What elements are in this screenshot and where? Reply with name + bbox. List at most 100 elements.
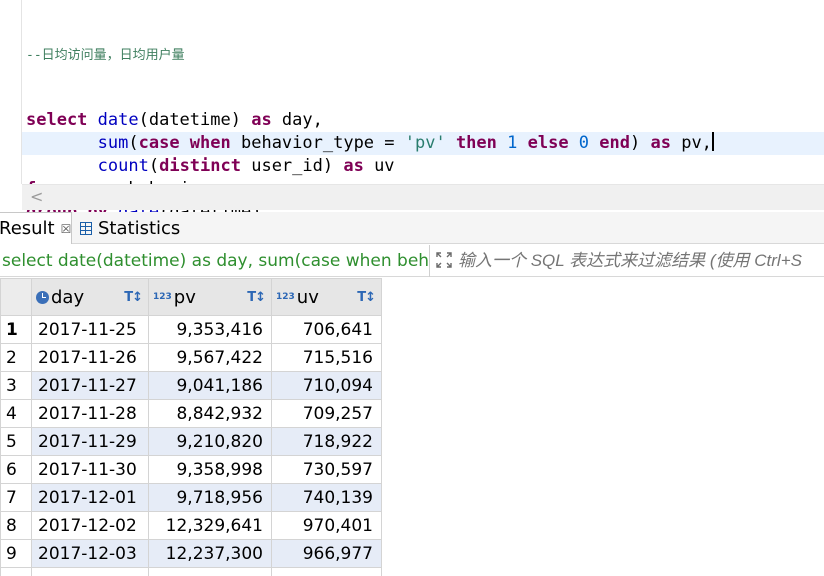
sql-code-area[interactable]: --日均访问量，日均用户量 select date(datetime) as d… [22, 6, 824, 247]
cell-day[interactable]: 2017-11-26 [31, 343, 149, 372]
sql-token-num: 0 [578, 133, 600, 153]
sql-token-txt: ( [148, 156, 160, 176]
column-label-pv: pv [173, 286, 196, 308]
sql-token-fn: sum [97, 133, 129, 153]
table-row[interactable]: 7 2017-12-01 9,718,956 740,139 [0, 483, 382, 512]
cell-pv[interactable]: 9,358,998 [148, 455, 272, 484]
sql-token-txt: day, [281, 110, 323, 130]
empty-cell [0, 567, 32, 576]
result-tabs: Result ☒ Statistics [0, 212, 824, 244]
expand-icon[interactable] [435, 251, 453, 269]
sql-code-line[interactable]: select date(datetime) as day, [26, 109, 824, 132]
cell-day[interactable]: 2017-11-30 [31, 455, 149, 484]
cell-pv[interactable]: 9,210,820 [148, 427, 272, 456]
row-number[interactable]: 8 [0, 511, 32, 540]
sql-token-txt: (datetime) [138, 110, 252, 130]
cell-pv[interactable]: 12,237,300 [148, 539, 272, 568]
close-icon[interactable]: ☒ [61, 222, 72, 236]
table-header-row: day T↕ 123 pv T↕ 123 uv T↕ [0, 278, 382, 316]
cell-uv[interactable]: 709,257 [271, 399, 382, 428]
cell-pv[interactable]: 9,041,186 [148, 371, 272, 400]
result-table: day T↕ 123 pv T↕ 123 uv T↕ 1 2017-11-25 … [0, 278, 382, 576]
table-row[interactable]: 3 2017-11-27 9,041,186 710,094 [0, 371, 382, 400]
tab-statistics-label: Statistics [98, 217, 181, 239]
sql-comment-line: --日均访问量，日均用户量 [26, 48, 185, 63]
row-number[interactable]: 5 [0, 427, 32, 456]
row-number-header [0, 278, 32, 316]
sql-token-num: 1 [507, 133, 528, 153]
editor-horizontal-scrollbar[interactable]: < [22, 184, 824, 210]
row-number[interactable]: 1 [0, 315, 32, 344]
row-number[interactable]: 3 [0, 371, 32, 400]
tab-result-label: Result [0, 218, 55, 239]
sql-token-kw: select [26, 110, 98, 130]
row-number[interactable]: 6 [0, 455, 32, 484]
cell-pv[interactable]: 9,353,416 [148, 315, 272, 344]
table-row[interactable]: 5 2017-11-29 9,210,820 718,922 [0, 427, 382, 456]
cell-uv[interactable]: 715,516 [271, 343, 382, 372]
sql-token-kw: distinct [159, 156, 252, 176]
cell-uv[interactable]: 740,139 [271, 483, 382, 512]
cell-pv[interactable]: 9,718,956 [148, 483, 272, 512]
table-row[interactable]: 4 2017-11-28 8,842,932 709,257 [0, 399, 382, 428]
editor-gutter [0, 0, 22, 184]
column-label-day: day [51, 286, 85, 308]
empty-row [0, 567, 382, 576]
cell-day[interactable]: 2017-12-02 [31, 511, 149, 540]
sql-token-kw: as [650, 133, 682, 153]
sql-code-line[interactable]: sum(case when behavior_type = 'pv' then … [22, 132, 824, 155]
cell-uv[interactable]: 966,977 [271, 539, 382, 568]
sql-token-kw: as [251, 110, 282, 130]
sql-token-kw: else [527, 133, 579, 153]
sql-token-kw: case when [138, 133, 241, 153]
column-header-day[interactable]: day T↕ [31, 278, 149, 316]
cell-day[interactable]: 2017-11-27 [31, 371, 149, 400]
sql-token-txt: behavior_type = [240, 133, 405, 153]
filter-sort-icon[interactable]: T↕ [357, 290, 376, 305]
cell-day[interactable]: 2017-11-25 [31, 315, 149, 344]
row-number[interactable]: 2 [0, 343, 32, 372]
sql-token-kw: as [343, 156, 375, 176]
sql-editor[interactable]: --日均访问量，日均用户量 select date(datetime) as d… [0, 0, 824, 245]
table-grid-icon [80, 221, 92, 235]
cell-uv[interactable]: 710,094 [271, 371, 382, 400]
cell-pv[interactable]: 12,329,641 [148, 511, 272, 540]
sql-token-txt: pv, [681, 133, 712, 153]
cell-uv[interactable]: 970,401 [271, 511, 382, 540]
cell-pv[interactable]: 9,567,422 [148, 343, 272, 372]
numeric-type-icon: 123 [276, 292, 295, 302]
column-header-pv[interactable]: 123 pv T↕ [148, 278, 272, 316]
filter-expression-input[interactable] [458, 245, 824, 277]
cell-uv[interactable]: 730,597 [271, 455, 382, 484]
filter-sort-icon[interactable]: T↕ [247, 290, 266, 305]
sql-token-txt: uv [374, 156, 395, 176]
cell-day[interactable]: 2017-12-03 [31, 539, 149, 568]
filter-bar: select date(datetime) as day, sum(case w… [0, 245, 824, 277]
column-header-uv[interactable]: 123 uv T↕ [271, 278, 382, 316]
row-number[interactable]: 4 [0, 399, 32, 428]
sql-token-txt: ( [128, 133, 139, 153]
sql-code-line[interactable]: count(distinct user_id) as uv [26, 155, 824, 178]
empty-cell [31, 567, 149, 576]
cell-day[interactable]: 2017-12-01 [31, 483, 149, 512]
cell-pv[interactable]: 8,842,932 [148, 399, 272, 428]
row-number[interactable]: 7 [0, 483, 32, 512]
cell-day[interactable]: 2017-11-29 [31, 427, 149, 456]
table-row[interactable]: 2 2017-11-26 9,567,422 715,516 [0, 343, 382, 372]
cell-uv[interactable]: 706,641 [271, 315, 382, 344]
table-row[interactable]: 6 2017-11-30 9,358,998 730,597 [0, 455, 382, 484]
tab-result[interactable]: Result ☒ [0, 212, 72, 244]
sql-token-txt: ) [630, 133, 651, 153]
scroll-left-arrow-icon[interactable]: < [30, 187, 43, 206]
cell-uv[interactable]: 718,922 [271, 427, 382, 456]
tab-statistics[interactable]: Statistics [78, 212, 180, 244]
empty-cell [271, 567, 382, 576]
table-row[interactable]: 1 2017-11-25 9,353,416 706,641 [0, 315, 382, 344]
cell-day[interactable]: 2017-11-28 [31, 399, 149, 428]
table-row[interactable]: 9 2017-12-03 12,237,300 966,977 [0, 539, 382, 568]
text-caret [711, 132, 714, 151]
row-number[interactable]: 9 [0, 539, 32, 568]
table-row[interactable]: 8 2017-12-02 12,329,641 970,401 [0, 511, 382, 540]
filter-sort-icon[interactable]: T↕ [124, 290, 143, 305]
sql-token-fn: date [97, 110, 139, 130]
